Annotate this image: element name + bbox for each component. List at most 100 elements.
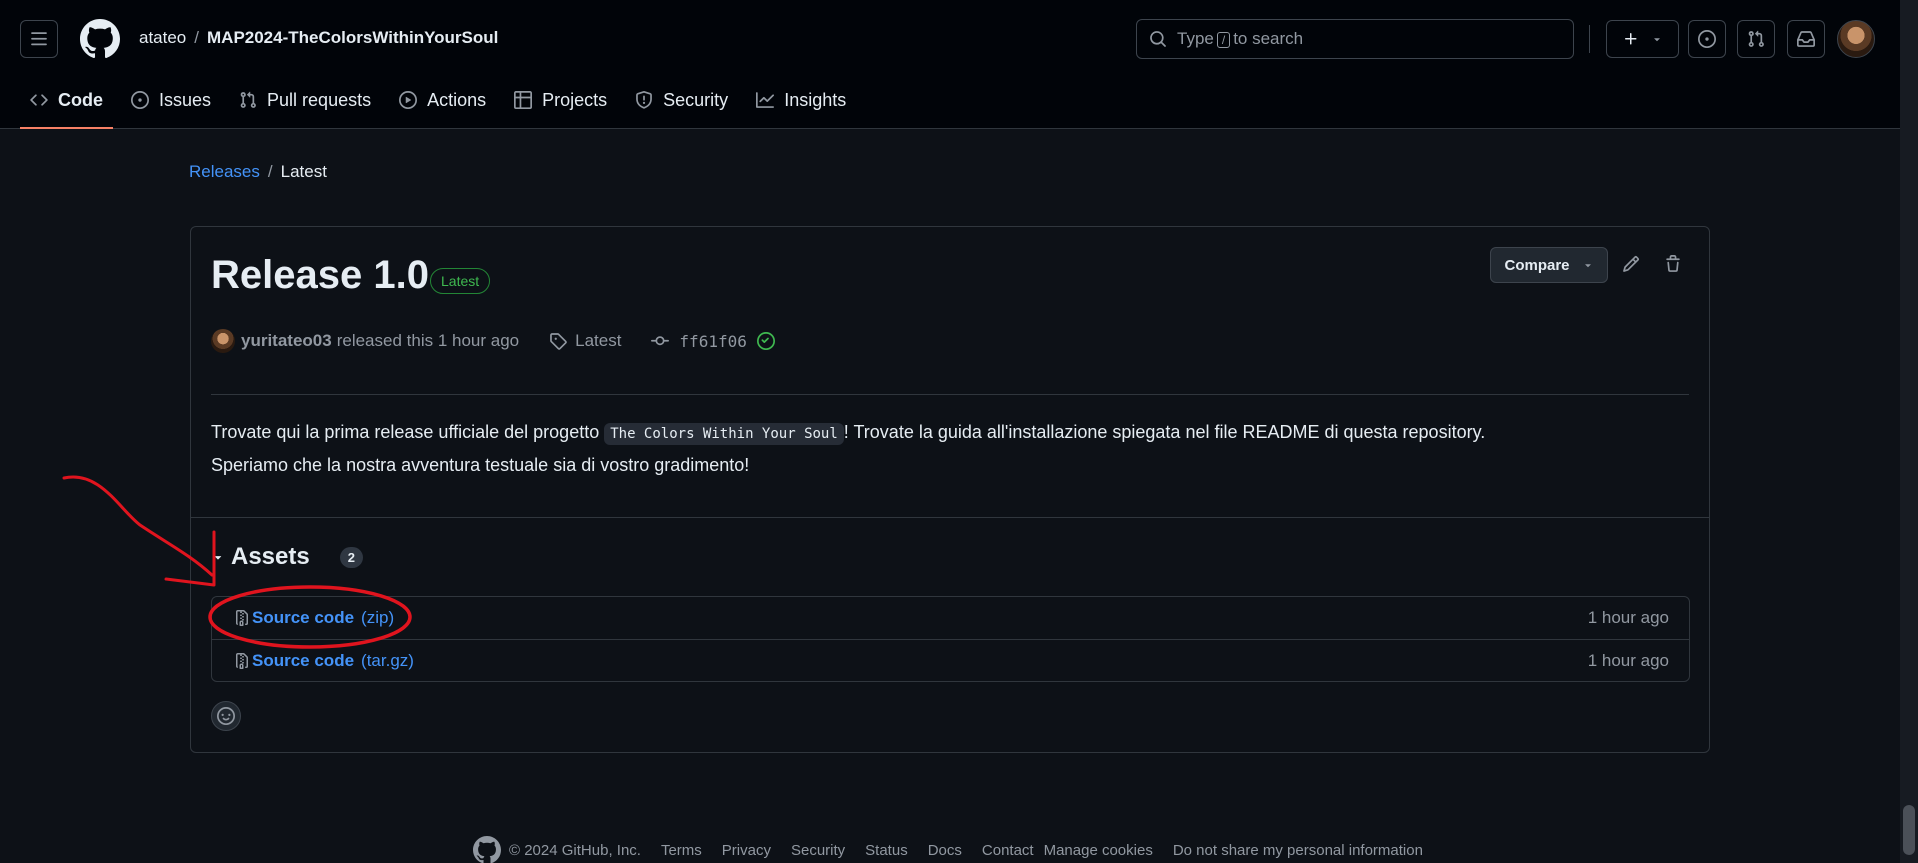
author-avatar[interactable] xyxy=(211,329,235,353)
list-item: Source code (tar.gz) 1 hour ago xyxy=(212,639,1689,681)
tab-issues[interactable]: Issues xyxy=(121,82,221,118)
assets-list: Source code (zip) 1 hour ago Source code… xyxy=(211,596,1690,682)
assets-count: 2 xyxy=(339,546,363,568)
tab-security-label: Security xyxy=(663,89,729,110)
check-circle-icon xyxy=(756,332,775,350)
tab-insights[interactable]: Insights xyxy=(746,82,856,118)
search-placeholder: Type / to search xyxy=(1177,29,1303,49)
compare-label: Compare xyxy=(1504,256,1570,274)
search-shortcut-key: / xyxy=(1216,32,1231,48)
add-reaction-button[interactable] xyxy=(211,701,241,731)
menu-icon xyxy=(31,32,47,46)
breadcrumb-current: Latest xyxy=(280,162,327,181)
tab-pull-requests-label: Pull requests xyxy=(267,89,372,110)
divider xyxy=(191,517,1709,518)
repo-tabs: Code Issues Pull requests Actions Projec… xyxy=(20,82,864,129)
pull-request-icon xyxy=(240,91,256,108)
tab-actions-label: Actions xyxy=(427,89,487,110)
footer-link-terms[interactable]: Terms xyxy=(661,842,702,859)
tab-actions[interactable]: Actions xyxy=(389,82,496,118)
breadcrumb: Releases / Latest xyxy=(189,162,327,182)
author-link[interactable]: yuritateo03 xyxy=(241,331,332,351)
commit-icon xyxy=(651,336,670,346)
github-logo-icon[interactable] xyxy=(473,836,501,863)
footer-link-docs[interactable]: Docs xyxy=(928,842,962,859)
asset-time: 1 hour ago xyxy=(1587,608,1669,627)
project-name-code: The Colors Within Your Soul xyxy=(604,423,844,445)
asset-label: Source code xyxy=(252,650,355,670)
search-icon xyxy=(1150,31,1166,47)
search-suffix: to search xyxy=(1233,29,1304,48)
trash-icon xyxy=(1666,255,1680,272)
caret-down-icon xyxy=(1584,264,1591,268)
release-title: Release 1.0 xyxy=(211,253,429,297)
play-icon xyxy=(399,91,418,109)
released-text: released this 1 hour ago xyxy=(336,331,520,350)
path-separator: / xyxy=(194,28,199,47)
search-prefix: Type xyxy=(1177,29,1214,48)
source-code-tar-gz-link[interactable]: Source code (tar.gz) xyxy=(234,651,414,671)
search-input[interactable]: Type / to search xyxy=(1136,19,1574,59)
tab-issues-label: Issues xyxy=(159,89,212,110)
create-new-button[interactable] xyxy=(1606,20,1679,58)
breadcrumb-separator: / xyxy=(267,162,273,181)
footer-link-do-not-share[interactable]: Do not share my personal information xyxy=(1173,842,1423,859)
pull-requests-button[interactable] xyxy=(1737,20,1775,58)
scrollbar[interactable] xyxy=(1900,0,1918,863)
release-notes-line-2: Speriamo che la nostra avventura testual… xyxy=(211,455,750,475)
tab-projects[interactable]: Projects xyxy=(504,82,617,118)
tab-pull-requests[interactable]: Pull requests xyxy=(229,82,381,118)
edit-release-button[interactable] xyxy=(1622,255,1640,273)
footer-link-status[interactable]: Status xyxy=(865,842,908,859)
repo-path: atateo / MAP2024-TheColorsWithinYourSoul xyxy=(139,28,498,48)
table-icon xyxy=(514,91,533,109)
shield-icon xyxy=(636,91,653,109)
menu-button[interactable] xyxy=(20,20,58,58)
tag-icon xyxy=(550,333,567,350)
repo-name-link[interactable]: MAP2024-TheColorsWithinYourSoul xyxy=(207,28,498,48)
footer-link-privacy[interactable]: Privacy xyxy=(722,842,771,859)
release-notes: Trovate qui la prima release ufficiale d… xyxy=(211,417,1691,481)
tab-code[interactable]: Code xyxy=(20,82,113,129)
repo-owner-link[interactable]: atateo xyxy=(139,28,186,48)
delete-release-button[interactable] xyxy=(1664,255,1682,273)
caret-down-icon xyxy=(1653,38,1660,42)
pencil-icon xyxy=(1623,256,1639,272)
inbox-button[interactable] xyxy=(1787,20,1825,58)
github-logo[interactable] xyxy=(80,19,120,59)
tab-insights-label: Insights xyxy=(784,89,847,110)
footer-link-manage-cookies[interactable]: Manage cookies xyxy=(1044,842,1153,859)
issue-icon xyxy=(1698,30,1716,48)
list-item: Source code (zip) 1 hour ago xyxy=(212,597,1689,639)
latest-badge: Latest xyxy=(430,268,491,294)
footer-link-contact[interactable]: Contact xyxy=(982,842,1034,859)
source-code-zip-link[interactable]: Source code (zip) xyxy=(234,608,394,628)
release-card: Release 1.0 Latest Compare yuritateo03 r… xyxy=(190,226,1710,753)
assets-heading: Assets xyxy=(231,543,310,570)
inbox-icon xyxy=(1797,31,1815,47)
assets-toggle[interactable]: Assets 2 xyxy=(211,543,363,571)
commit-sha: ff61f06 xyxy=(679,331,747,351)
commit-link[interactable]: ff61f06 xyxy=(651,331,775,351)
copyright-text: © 2024 GitHub, Inc. xyxy=(509,841,641,859)
breadcrumb-releases-link[interactable]: Releases xyxy=(189,162,260,182)
asset-extension: (zip) xyxy=(361,608,395,627)
pull-request-icon xyxy=(1748,30,1764,47)
issues-button[interactable] xyxy=(1688,20,1726,58)
footer-link-security[interactable]: Security xyxy=(791,842,845,859)
header-divider xyxy=(1589,25,1590,53)
footer-copyright: © 2024 GitHub, Inc. xyxy=(473,836,641,863)
code-icon xyxy=(30,94,48,106)
tab-security[interactable]: Security xyxy=(625,82,738,118)
scrollbar-thumb[interactable] xyxy=(1903,805,1915,855)
asset-time: 1 hour ago xyxy=(1587,650,1669,670)
triangle-down-icon xyxy=(214,556,222,560)
smiley-icon xyxy=(217,707,235,725)
release-notes-text: Trovate qui la prima release ufficiale d… xyxy=(211,422,605,442)
tab-code-label: Code xyxy=(58,89,103,110)
divider xyxy=(211,394,1689,395)
compare-button[interactable]: Compare xyxy=(1490,247,1608,283)
tag-link[interactable]: Latest xyxy=(549,331,621,351)
file-zip-icon xyxy=(236,652,248,669)
avatar[interactable] xyxy=(1837,20,1875,58)
